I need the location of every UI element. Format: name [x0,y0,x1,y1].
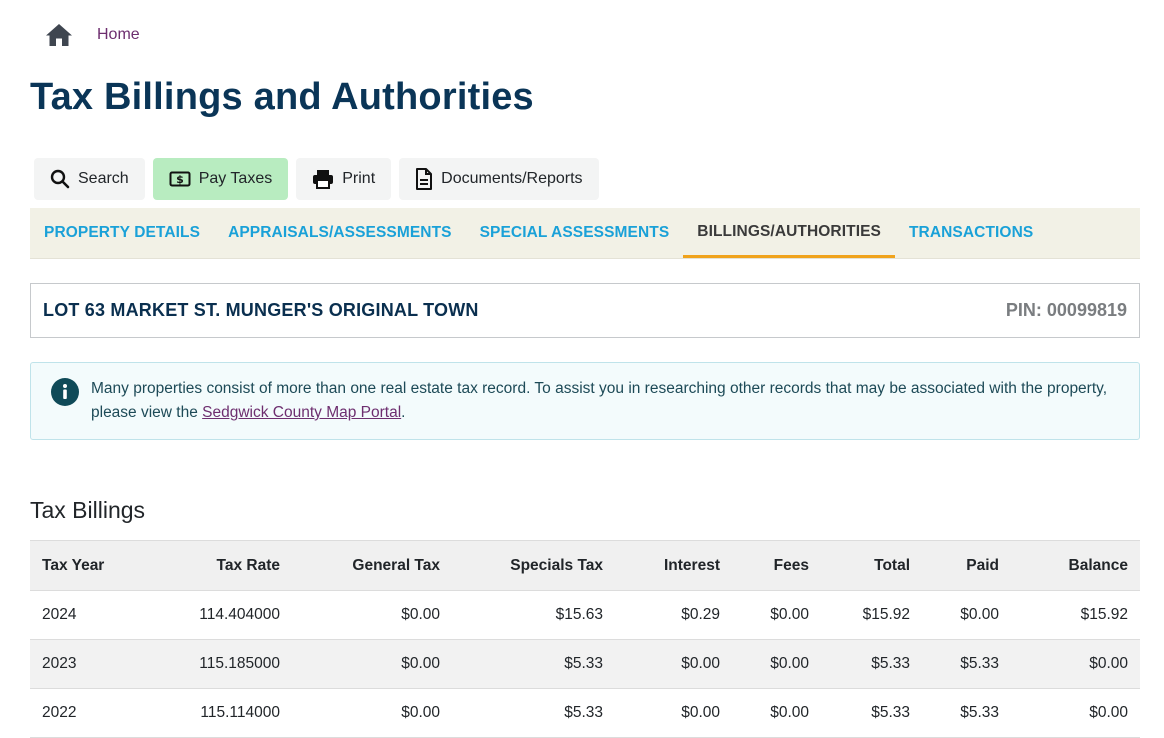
column-header[interactable]: Total [821,540,922,591]
svg-text:$: $ [176,173,184,186]
documents-reports-label: Documents/Reports [441,170,583,187]
cell-total: $15.92 [821,590,922,640]
table-row: 2023 115.185000 $0.00 $5.33 $0.00 $0.00 … [30,639,1140,689]
money-bill-icon: $ [169,171,191,187]
tab-transactions[interactable]: TRANSACTIONS [895,208,1047,258]
column-header[interactable]: Tax Year [30,540,144,591]
breadcrumb: Home [44,20,140,50]
document-icon [416,168,433,190]
property-tabs: PROPERTY DETAILS APPRAISALS/ASSESSMENTS … [30,208,1140,259]
column-header[interactable]: Paid [922,540,1011,591]
cell-balance: $0.00 [1011,688,1140,738]
page-title: Tax Billings and Authorities [30,76,534,118]
cell-general-tax: $0.00 [292,639,452,689]
tab-appraisals-assessments[interactable]: APPRAISALS/ASSESSMENTS [214,208,466,258]
tax-billings-table: Tax Year Tax Rate General Tax Specials T… [30,540,1140,738]
tab-billings-authorities[interactable]: BILLINGS/AUTHORITIES [683,208,895,258]
info-alert-end: . [401,404,406,421]
tab-property-details[interactable]: PROPERTY DETAILS [30,208,214,258]
column-header[interactable]: Balance [1011,540,1140,591]
cell-interest: $0.00 [615,688,732,738]
column-header[interactable]: General Tax [292,540,452,591]
table-row: 2022 115.114000 $0.00 $5.33 $0.00 $0.00 … [30,688,1140,738]
pay-taxes-button[interactable]: $ Pay Taxes [152,158,289,200]
printer-icon [313,170,334,189]
column-header[interactable]: Interest [615,540,732,591]
table-row: 2024 114.404000 $0.00 $15.63 $0.29 $0.00… [30,590,1140,640]
cell-paid: $0.00 [922,590,1011,640]
tab-special-assessments[interactable]: SPECIAL ASSESSMENTS [466,208,684,258]
cell-specials-tax: $15.63 [452,590,615,640]
cell-general-tax: $0.00 [292,590,452,640]
cell-tax-rate: 115.185000 [144,639,292,689]
cell-interest: $0.00 [615,639,732,689]
info-icon [51,378,79,406]
print-label: Print [342,170,376,187]
documents-reports-button[interactable]: Documents/Reports [399,158,599,200]
cell-paid: $5.33 [922,639,1011,689]
property-description: LOT 63 MARKET ST. MUNGER'S ORIGINAL TOWN [43,300,479,320]
cell-tax-year: 2022 [30,688,144,738]
cell-general-tax: $0.00 [292,688,452,738]
print-button[interactable]: Print [296,158,392,200]
cell-specials-tax: $5.33 [452,639,615,689]
cell-total: $5.33 [821,639,922,689]
map-portal-link[interactable]: Sedgwick County Map Portal [202,404,401,421]
cell-tax-year: 2023 [30,639,144,689]
cell-tax-rate: 115.114000 [144,688,292,738]
search-icon [50,169,70,189]
cell-balance: $15.92 [1011,590,1140,640]
column-header[interactable]: Fees [732,540,821,591]
home-icon[interactable] [44,20,74,50]
cell-fees: $0.00 [732,688,821,738]
pay-taxes-label: Pay Taxes [198,170,273,187]
property-header: LOT 63 MARKET ST. MUNGER'S ORIGINAL TOWN… [30,283,1140,338]
cell-paid: $5.33 [922,688,1011,738]
tax-billings-title: Tax Billings [30,497,146,523]
table-header-row: Tax Year Tax Rate General Tax Specials T… [30,540,1140,591]
toolbar: Search $ Pay Taxes Print Documents/Repor… [34,158,599,200]
info-alert: Many properties consist of more than one… [30,362,1140,440]
search-button[interactable]: Search [34,158,145,200]
column-header[interactable]: Specials Tax [452,540,615,591]
search-button-label: Search [78,170,129,187]
breadcrumb-home-link[interactable]: Home [97,26,140,44]
cell-total: $5.33 [821,688,922,738]
cell-tax-year: 2024 [30,590,144,640]
cell-tax-rate: 114.404000 [144,590,292,640]
cell-fees: $0.00 [732,590,821,640]
property-pin: PIN: 00099819 [1005,300,1127,320]
cell-specials-tax: $5.33 [452,688,615,738]
column-header[interactable]: Tax Rate [144,540,292,591]
cell-fees: $0.00 [732,639,821,689]
cell-balance: $0.00 [1011,639,1140,689]
info-alert-text: Many properties consist of more than one… [91,377,1119,425]
cell-interest: $0.29 [615,590,732,640]
